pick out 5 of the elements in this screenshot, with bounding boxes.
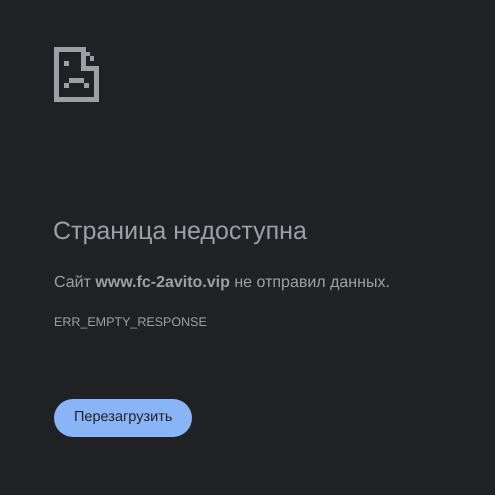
error-code: ERR_EMPTY_RESPONSE [54,314,208,331]
page-title: Страница недоступна [53,216,308,246]
reload-button[interactable]: Перезагрузить [54,398,192,437]
sad-document-icon [54,47,99,102]
error-message: Сайт www.fc-2avito.vip не отправил данных. [54,273,391,293]
